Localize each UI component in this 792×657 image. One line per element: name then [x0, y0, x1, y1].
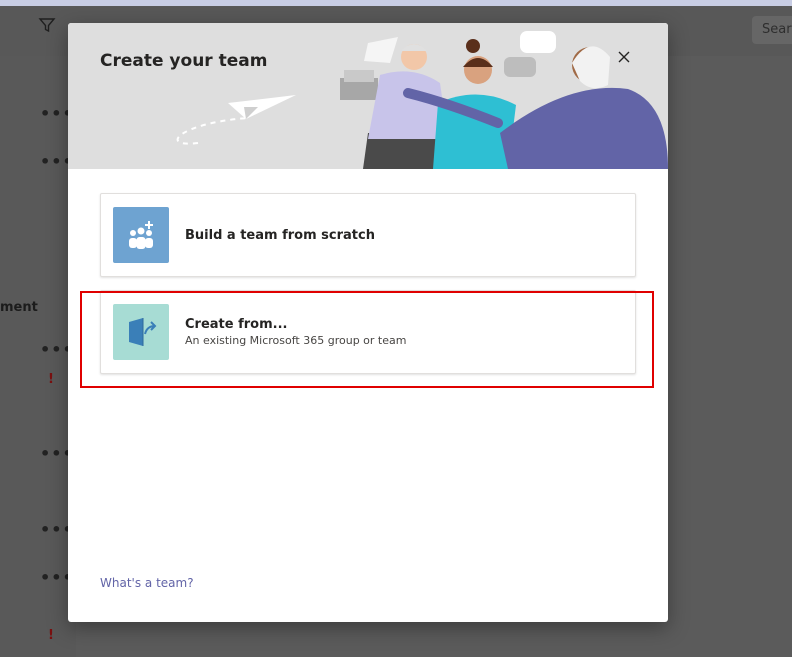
team-people-add-icon	[113, 207, 169, 263]
close-button[interactable]	[618, 51, 640, 73]
dialog-title: Create your team	[100, 51, 268, 71]
alert-icon: !	[48, 372, 54, 387]
build-from-scratch-option[interactable]: Build a team from scratch	[100, 193, 636, 277]
option-title: Build a team from scratch	[185, 228, 375, 243]
whats-a-team-link[interactable]: What's a team?	[100, 576, 194, 590]
close-icon	[618, 51, 630, 63]
filter-icon[interactable]	[38, 16, 56, 34]
alert-icon: !	[48, 628, 54, 643]
team-illustration	[176, 31, 668, 169]
search-input[interactable]: Search	[752, 16, 792, 44]
annotation-highlight-box	[80, 291, 654, 388]
hero-illustration: Create your team	[68, 23, 668, 169]
column-header: ment	[0, 300, 38, 315]
